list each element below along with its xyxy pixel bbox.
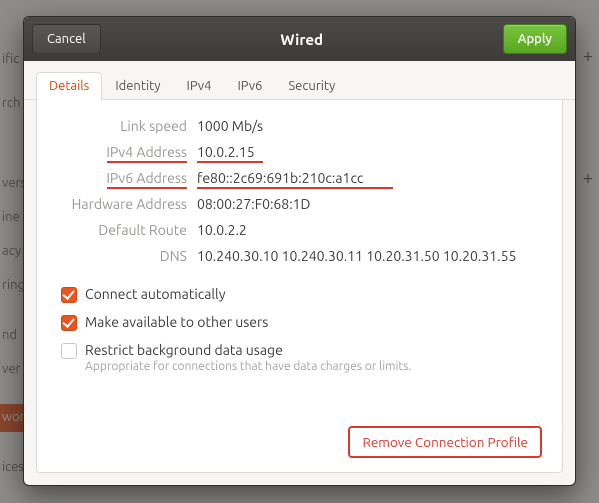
annotation-underline [197, 187, 393, 189]
annotation-underline [107, 161, 187, 163]
option-restrict-background[interactable]: Restrict background data usage Appropria… [61, 342, 542, 373]
tab-ipv6[interactable]: IPv6 [224, 72, 275, 100]
value-ipv6-address-text: fe80::2c69:691b:210c:a1cc [197, 170, 363, 186]
label-default-route: Default Route [57, 222, 197, 238]
row-dns: DNS 10.240.30.10 10.240.30.11 10.20.31.5… [57, 248, 542, 264]
tab-security[interactable]: Security [275, 72, 348, 100]
value-hardware-address: 08:00:27:F0:68:1D [197, 196, 310, 212]
checkbox-label: Connect automatically [85, 286, 225, 302]
value-default-route: 10.0.2.2 [197, 222, 247, 238]
apply-button[interactable]: Apply [503, 24, 567, 54]
label-hardware-address: Hardware Address [57, 196, 197, 212]
value-link-speed: 1000 Mb/s [197, 118, 263, 134]
value-ipv6-address: fe80::2c69:691b:210c:a1cc [197, 170, 363, 186]
remove-connection-button[interactable]: Remove Connection Profile [348, 426, 542, 458]
row-link-speed: Link speed 1000 Mb/s [57, 118, 542, 134]
checkbox-label: Make available to other users [85, 314, 268, 330]
checkbox-restrict-background[interactable] [61, 343, 77, 359]
tab-details[interactable]: Details [36, 72, 102, 100]
row-ipv4-address: IPv4 Address 10.0.2.15 [57, 144, 542, 160]
annotation-underline [197, 161, 263, 163]
row-ipv6-address: IPv6 Address fe80::2c69:691b:210c:a1cc [57, 170, 542, 186]
annotation-underline [107, 187, 187, 189]
dialog-title: Wired [280, 31, 323, 48]
wired-connection-dialog: Cancel Wired Apply Details Identity IPv4… [23, 16, 576, 486]
row-default-route: Default Route 10.0.2.2 [57, 222, 542, 238]
options-group: Connect automatically Make available to … [61, 286, 542, 385]
checkbox-label: Restrict background data usage [85, 342, 411, 358]
tab-ipv4[interactable]: IPv4 [174, 72, 225, 100]
checkbox-sublabel: Appropriate for connections that have da… [85, 360, 411, 373]
option-make-available[interactable]: Make available to other users [61, 314, 542, 330]
details-panel: Link speed 1000 Mb/s IPv4 Address 10.0.2… [36, 100, 563, 473]
label-ipv6-address-text: IPv6 Address [106, 170, 187, 186]
value-ipv4-address-text: 10.0.2.15 [197, 144, 255, 160]
label-dns: DNS [57, 248, 197, 264]
value-ipv4-address: 10.0.2.15 [197, 144, 255, 160]
checkbox-make-available[interactable] [61, 315, 77, 331]
label-ipv4-address: IPv4 Address [57, 144, 197, 160]
tab-bar: Details Identity IPv4 IPv6 Security [24, 61, 575, 100]
value-dns: 10.240.30.10 10.240.30.11 10.20.31.50 10… [197, 248, 516, 264]
label-link-speed: Link speed [57, 118, 197, 134]
option-connect-automatically[interactable]: Connect automatically [61, 286, 542, 302]
label-ipv4-address-text: IPv4 Address [106, 144, 187, 160]
row-hardware-address: Hardware Address 08:00:27:F0:68:1D [57, 196, 542, 212]
dialog-titlebar: Cancel Wired Apply [24, 17, 575, 61]
checkbox-connect-automatically[interactable] [61, 287, 77, 303]
panel-footer: Remove Connection Profile [57, 426, 542, 458]
label-ipv6-address: IPv6 Address [57, 170, 197, 186]
tab-identity[interactable]: Identity [102, 72, 173, 100]
cancel-button[interactable]: Cancel [32, 24, 101, 54]
